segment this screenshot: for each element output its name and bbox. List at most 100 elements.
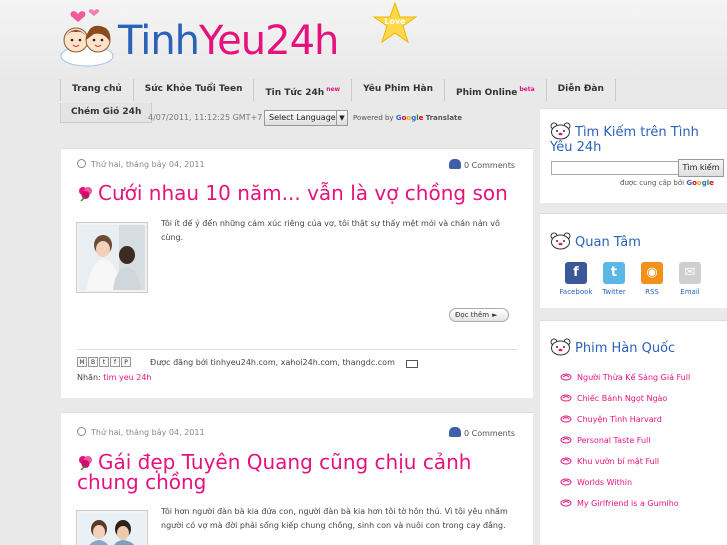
nav-label: Phim Online (456, 88, 518, 98)
read-more-label: Đọc thêm (455, 311, 490, 319)
posted-by: Được đăng bởi tinhyeu24h.com, xahoi24h.c… (150, 358, 395, 367)
list-item[interactable]: Khu vườn bí mật Full (560, 457, 659, 466)
envelope-icon: ✉ (679, 262, 701, 284)
comments-link[interactable]: 0 Comments (449, 159, 515, 170)
language-select-value: Select Language (269, 113, 336, 122)
rose-icon (560, 415, 572, 423)
post-date-text: Thứ hai, tháng bảy 04, 2011 (91, 428, 205, 437)
facebook-label: Facebook (559, 288, 593, 296)
list-item[interactable]: My Girlfriend is a Gumiho (560, 499, 679, 508)
nav-label: Yêu Phim Hàn (363, 84, 434, 94)
search-button[interactable]: Tìm kiếm (678, 159, 724, 177)
love-badge-text: Love (384, 17, 406, 26)
list-item[interactable]: Worlds Within (560, 478, 632, 487)
post-title[interactable]: Gái đẹp Tuyên Quang cũng chịu cảnh chung… (77, 452, 517, 492)
post-excerpt: Tôi ít để ý đến những cảm xúc riêng của … (161, 219, 500, 242)
post-card: Thứ hai, tháng bảy 04, 2011 0 Comments C… (61, 148, 533, 398)
nav-label: Tin Tức 24h (265, 88, 325, 98)
list-item[interactable]: Personal Taste Full (560, 436, 650, 445)
buzz-share-icon[interactable]: P (121, 357, 131, 367)
rose-icon (560, 436, 572, 444)
post-thumbnail[interactable] (76, 510, 148, 545)
main-nav: Trang chủ Sức Khỏe Tuổi Teen Tin Tức 24h… (60, 79, 616, 101)
nav-label: Sức Khỏe Tuổi Teen (144, 84, 243, 94)
nav-label: Trang chủ (72, 84, 122, 94)
facebook-link[interactable]: f Facebook (555, 262, 597, 296)
widget-title: Tìm Kiếm trên Tình Yêu 24h (550, 121, 725, 155)
social-links: f Facebook t Twitter ◉ RSS ✉ Email (555, 262, 725, 302)
flower-icon (79, 187, 92, 201)
facebook-share-icon[interactable]: f (110, 357, 120, 367)
comments-count: 0 Comments (464, 429, 515, 438)
bear-face-icon (550, 122, 571, 140)
follow-widget: Quan Tâm f Facebook t Twitter ◉ RSS ✉ Email (540, 213, 727, 308)
email-link[interactable]: ✉ Email (669, 262, 711, 296)
site-logo[interactable]: TinhYeu24h (118, 18, 339, 64)
list-item-label: Khu vườn bí mật Full (577, 457, 660, 466)
post-title-text: Cưới nhau 10 năm... vẫn là vợ chồng son (98, 181, 508, 205)
search-widget: Tìm Kiếm trên Tình Yêu 24h Tìm kiếm được… (540, 108, 727, 203)
post-title[interactable]: Cưới nhau 10 năm... vẫn là vợ chồng son (77, 183, 517, 204)
rss-icon: ◉ (641, 262, 663, 284)
post-labels: Nhãn: tim yeu 24h (77, 373, 152, 382)
rose-icon (560, 394, 572, 402)
post-date: Thứ hai, tháng bảy 04, 2011 (77, 159, 205, 169)
widget-title: Phim Hàn Quốc (550, 337, 675, 356)
rss-link[interactable]: ◉ RSS (631, 262, 673, 296)
labels-prefix: Nhãn: (77, 373, 101, 382)
list-item[interactable]: Chuyện Tình Harvard (560, 415, 662, 424)
comments-link[interactable]: 0 Comments (449, 427, 515, 438)
nav-item-health[interactable]: Sức Khỏe Tuổi Teen (134, 79, 255, 101)
nav-second-row: Chém Gió 24h (60, 103, 153, 123)
comments-count: 0 Comments (464, 161, 515, 170)
twitter-share-icon[interactable]: t (99, 357, 109, 367)
post-date: Thứ hai, tháng bảy 04, 2011 (77, 427, 205, 437)
arrow-right-icon: ► (492, 311, 498, 319)
nav-item-korean-films[interactable]: Yêu Phim Hàn (352, 79, 446, 101)
post-photo (79, 513, 145, 545)
list-item-label: Người Thừa Kế Sáng Giá Full (577, 373, 691, 382)
love-star-badge: Love (372, 1, 418, 46)
list-item-label: My Girlfriend is a Gumiho (577, 499, 679, 508)
share-buttons: M B t f P (77, 357, 131, 367)
blogger-share-icon[interactable]: B (88, 357, 98, 367)
nav-item-news[interactable]: Tin Tức 24h new (254, 79, 353, 101)
couple-mascot-icon (60, 9, 114, 67)
post-excerpt: Tôi hơn người đàn bà kia đứa con, người … (161, 507, 508, 530)
nav-item-chem-gio[interactable]: Chém Gió 24h (60, 103, 153, 123)
divider (77, 349, 517, 350)
email-share-icon[interactable]: M (77, 357, 87, 367)
search-input[interactable] (551, 161, 679, 175)
bear-face-icon (550, 232, 571, 250)
nav-item-forum[interactable]: Diễn Đàn (547, 79, 616, 101)
provided-by-label: được cung cấp bởi (620, 179, 685, 187)
post-photo (79, 225, 145, 290)
comment-avatar-icon (449, 427, 461, 437)
label-link[interactable]: tim yeu 24h (103, 373, 151, 382)
rose-icon (560, 373, 572, 381)
logo-text-yeu24h: Yeu24h (199, 18, 339, 64)
chevron-down-icon: ▼ (336, 111, 347, 125)
nav-item-films-online[interactable]: Phim Online beta (445, 79, 547, 101)
google-logo: Google (686, 179, 714, 187)
nav-item-home[interactable]: Trang chủ (60, 79, 134, 101)
list-item[interactable]: Người Thừa Kế Sáng Giá Full (560, 373, 690, 382)
clock-readout: 4/07/2011, 11:12:25 GMT+7 (148, 113, 263, 122)
rose-icon (560, 457, 572, 465)
widget-title: Quan Tâm (550, 231, 641, 250)
email-post-icon[interactable] (406, 360, 418, 368)
nav-label: Diễn Đàn (557, 84, 604, 94)
list-item[interactable]: Chiếc Bánh Ngọt Ngào (560, 394, 667, 403)
list-item-label: Chuyện Tình Harvard (577, 415, 662, 424)
language-select[interactable]: Select Language ▼ (264, 110, 348, 126)
post-thumbnail[interactable] (76, 222, 148, 293)
rose-icon (560, 499, 572, 507)
twitter-link[interactable]: t Twitter (593, 262, 635, 296)
email-label: Email (680, 288, 700, 296)
read-more-button[interactable]: Đọc thêm ► (449, 308, 509, 322)
powered-by-label: Powered by (353, 114, 394, 122)
beta-badge: beta (519, 86, 535, 93)
new-badge: new (326, 86, 341, 93)
logo-text-tinh: Tinh (118, 18, 200, 64)
korean-films-widget: Phim Hàn Quốc Người Thừa Kế Sáng Giá Ful… (540, 320, 727, 545)
